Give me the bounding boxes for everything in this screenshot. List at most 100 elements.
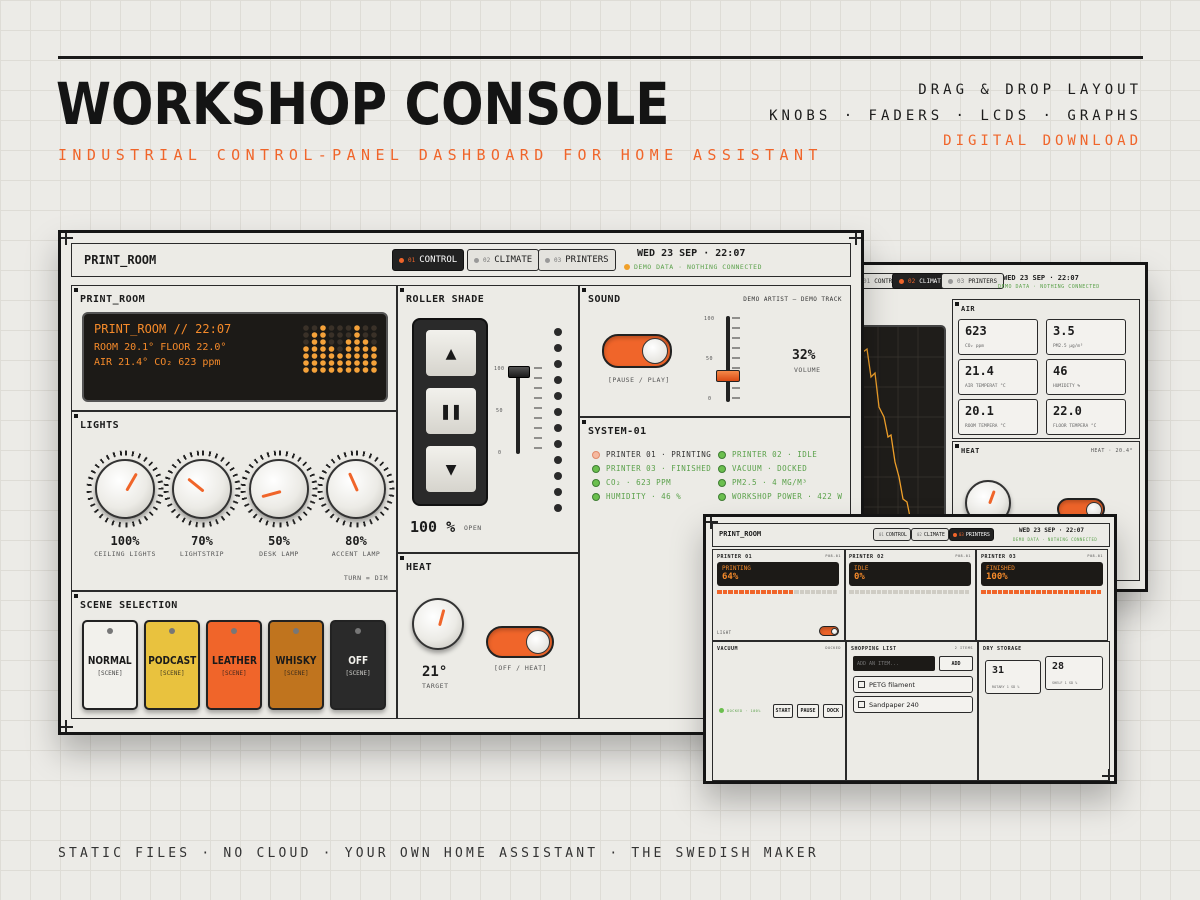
printers-tab-printers[interactable]: 03 PRINTERS — [949, 528, 994, 541]
checkbox[interactable] — [858, 701, 865, 708]
printer-lcd: PRINTING 64% — [717, 562, 839, 586]
volume-fader-thumb[interactable] — [716, 370, 740, 383]
progress-segment — [959, 590, 964, 594]
progress-segment — [827, 590, 832, 594]
progress-segment — [986, 590, 991, 594]
shade-pause-button[interactable]: ❚❚ — [424, 386, 478, 436]
status-led-icon — [718, 478, 726, 487]
shade-led — [554, 376, 562, 384]
heat-knob[interactable] — [412, 598, 464, 650]
light-knob[interactable] — [326, 459, 386, 519]
progress-segment — [832, 590, 837, 594]
shopping-item[interactable]: Sandpaper 240 — [853, 696, 973, 713]
active-led-icon — [399, 257, 404, 263]
tab-printers[interactable]: 03 PRINTERS — [538, 249, 616, 271]
page-title: WORKSHOP CONSOLE — [56, 70, 670, 138]
meter-dot — [303, 367, 309, 373]
checkbox[interactable] — [858, 681, 865, 688]
printers-tab-control[interactable]: 01 CONTROL — [873, 528, 911, 541]
meter-dot — [303, 360, 309, 366]
climate-datetime: WED 23 SEP · 22:07 — [1003, 274, 1079, 282]
meter-dot — [328, 339, 335, 345]
meter-dot — [362, 367, 369, 373]
sound-track: DEMO ARTIST — DEMO TRACK — [743, 296, 842, 303]
light-knob[interactable] — [95, 459, 155, 519]
progress-segment — [1096, 590, 1101, 594]
vacuum-start-button[interactable]: START — [773, 704, 793, 718]
light-knob[interactable] — [172, 459, 232, 519]
volume-scale-mid: 50 — [706, 356, 714, 362]
printer-lcd: IDLE 0% — [849, 562, 971, 586]
meter-dot — [354, 339, 360, 345]
heat-toggle-label: [OFF / HEAT] — [494, 664, 547, 672]
volume-value: 32% — [792, 348, 816, 363]
meter-dot — [311, 360, 318, 366]
climate-graph — [856, 325, 946, 545]
progress-segment — [865, 590, 870, 594]
feature-line-1: DRAG & DROP LAYOUT — [918, 82, 1142, 98]
shopping-add-button[interactable]: ADD — [939, 656, 973, 671]
scene-button-whisky[interactable]: WHISKY [SCENE] — [268, 620, 324, 710]
play-pause-toggle[interactable] — [602, 334, 672, 368]
climate-tab-printers[interactable]: 03 PRINTERS — [941, 273, 1005, 289]
meter-dot — [371, 360, 377, 366]
scene-button-podcast[interactable]: PODCAST [SCENE] — [144, 620, 200, 710]
scene-button-leather[interactable]: LEATHER [SCENE] — [206, 620, 262, 710]
tab-control[interactable]: 01 CONTROL — [392, 249, 465, 271]
card-hole-icon — [231, 628, 237, 634]
meter-dot — [311, 346, 318, 352]
meter-dot — [337, 325, 343, 331]
meter-dot — [362, 325, 369, 331]
progress-segment — [1008, 590, 1013, 594]
light-knob[interactable] — [249, 459, 309, 519]
play-pause-label: [PAUSE / PLAY] — [608, 376, 670, 384]
shade-fader-thumb[interactable] — [508, 366, 530, 378]
page-subtitle: INDUSTRIAL CONTROL-PANEL DASHBOARD FOR H… — [58, 146, 823, 164]
shade-scale-bottom: 0 — [498, 450, 502, 456]
meter-dot — [337, 360, 343, 366]
roller-shade-cell: ROLLER SHADE ▲ ❚❚ ▼ 100 50 0 100 % OPEN — [397, 285, 579, 553]
progress-segment — [1019, 590, 1024, 594]
scene-button-off[interactable]: OFF [SCENE] — [330, 620, 386, 710]
vacuum-dock-button[interactable]: DOCK — [823, 704, 843, 718]
heat-target-value: 21° — [422, 664, 448, 680]
shade-up-button[interactable]: ▲ — [424, 328, 478, 378]
progress-segment — [766, 590, 771, 594]
active-led-icon — [953, 532, 957, 537]
knob-value: 80% — [345, 534, 367, 548]
sound-cell: SOUND DEMO ARTIST — DEMO TRACK [PAUSE / … — [579, 285, 851, 417]
progress-segment — [876, 590, 881, 594]
pause-icon: ❚❚ — [440, 400, 462, 422]
system-status-item: HUMIDITY · 46 % — [592, 492, 681, 501]
corner-mark — [74, 288, 78, 292]
climate-heat-readout: HEAT · 20.4° — [1090, 448, 1133, 454]
shade-led — [554, 456, 562, 464]
meter-dot — [320, 367, 326, 373]
shopping-item[interactable]: PETG filament — [853, 676, 973, 693]
status-led-icon — [592, 492, 600, 501]
printer-light-toggle[interactable] — [819, 626, 839, 636]
meter-dot — [337, 339, 343, 345]
vacuum-pause-button[interactable]: PAUSE — [797, 704, 819, 718]
card-hole-icon — [293, 628, 299, 634]
dashboard-header: PRINT_ROOM 01 CONTROL 02 CLIMATE 03 PRINTER… — [71, 243, 851, 277]
metric-room-temp: 20.1 ROOM TEMPERA °C — [958, 399, 1038, 435]
progress-segment — [733, 590, 738, 594]
meter-dot — [320, 353, 326, 359]
toggle-thumb — [642, 338, 668, 364]
header-datetime: WED 23 SEP · 22:07 — [637, 248, 746, 259]
scene-cell: SCENE SELECTION NORMAL [SCENE] PODCAST [SCE… — [71, 591, 397, 719]
scene-button-normal[interactable]: NORMAL [SCENE] — [82, 620, 138, 710]
shade-led — [554, 440, 562, 448]
corner-mark — [74, 414, 78, 418]
air-title: AIR — [961, 305, 976, 313]
meter-dot — [371, 339, 377, 345]
status-led-icon — [718, 450, 726, 459]
heat-toggle[interactable] — [486, 626, 554, 658]
knob-indicator — [261, 490, 282, 498]
printers-tab-climate[interactable]: 02 CLIMATE — [911, 528, 949, 541]
shade-down-button[interactable]: ▼ — [424, 444, 478, 494]
shopping-add-input[interactable] — [853, 656, 935, 671]
tab-climate[interactable]: 02 CLIMATE — [467, 249, 540, 271]
heat-title: HEAT — [406, 562, 433, 573]
